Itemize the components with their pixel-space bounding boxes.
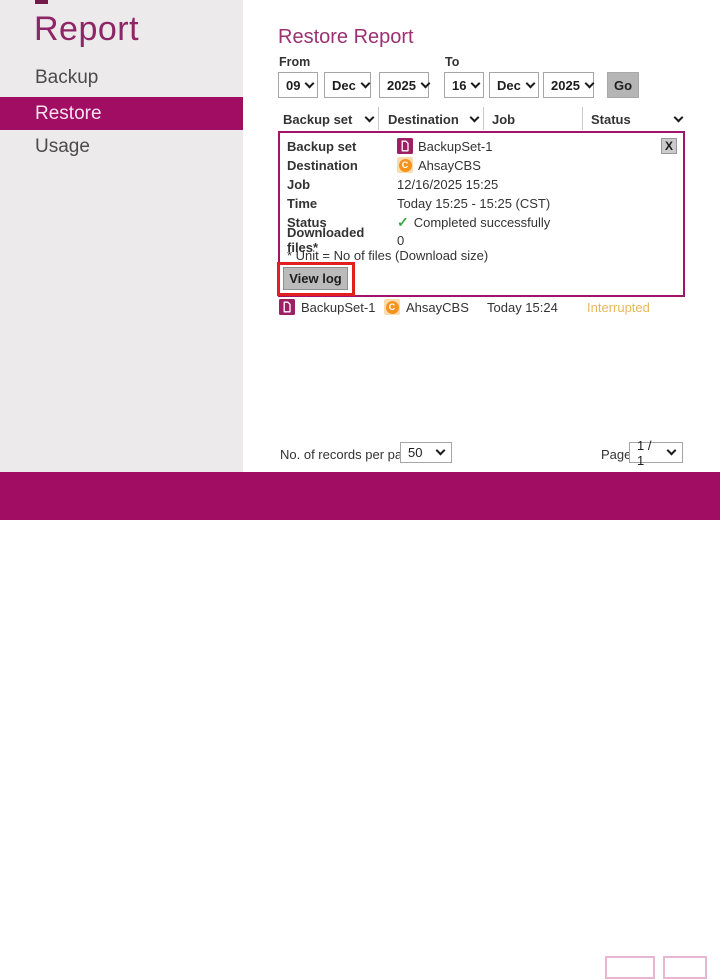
detail-row-destination: Destination C AhsayCBS [287, 156, 481, 174]
from-year-value: 2025 [387, 78, 416, 93]
help-button[interactable]: Help [663, 956, 707, 979]
chevron-down-icon [420, 78, 430, 88]
column-header-job: Job [492, 108, 572, 130]
column-filter-backup-set[interactable]: Backup set [283, 108, 373, 130]
column-label: Backup set [283, 112, 352, 127]
section-heading: Restore Report [278, 26, 414, 49]
column-filter-status[interactable]: Status [591, 108, 682, 130]
detail-value: 12/16/2025 15:25 [397, 177, 498, 192]
to-month-value: Dec [497, 78, 521, 93]
column-label: Destination [388, 112, 459, 127]
report-window: Report Backup Restore Usage Restore Repo… [0, 0, 720, 520]
from-month-select[interactable]: Dec [324, 72, 371, 98]
to-year-value: 2025 [551, 78, 580, 93]
page-title: Report [34, 10, 139, 49]
document-icon [279, 299, 295, 315]
chevron-down-icon [305, 78, 315, 88]
row-destination: AhsayCBS [406, 300, 469, 315]
detail-value: Today 15:25 - 15:25 (CST) [397, 196, 550, 211]
column-separator [378, 107, 379, 130]
column-label: Status [591, 112, 631, 127]
row-job-time: Today 15:24 [487, 300, 558, 315]
to-label: To [445, 55, 459, 69]
view-log-button[interactable]: View log [283, 267, 348, 290]
detail-label: Time [287, 196, 397, 211]
chevron-down-icon [584, 78, 594, 88]
chevron-down-icon [471, 78, 481, 88]
records-per-page-select[interactable]: 50 [400, 442, 452, 463]
column-filter-destination[interactable]: Destination [388, 108, 478, 130]
row-backup-set: BackupSet-1 [301, 300, 375, 315]
from-day-select[interactable]: 09 [278, 72, 318, 98]
chevron-down-icon [667, 446, 677, 456]
column-separator [483, 107, 484, 130]
detail-label: Backup set [287, 139, 397, 154]
to-year-select[interactable]: 2025 [543, 72, 594, 98]
from-year-select[interactable]: 2025 [379, 72, 429, 98]
to-day-value: 16 [452, 78, 466, 93]
page-select[interactable]: 1 / 1 [629, 442, 683, 463]
detail-row-backup-set: Backup set BackupSet-1 [287, 137, 492, 155]
column-label: Job [492, 112, 515, 127]
chevron-down-icon [436, 446, 446, 456]
ahsaycbs-c-icon: C [384, 299, 400, 315]
window-accent-tick [35, 0, 48, 4]
sidebar-item-usage[interactable]: Usage [0, 135, 243, 159]
detail-value: Completed successfully [414, 215, 551, 230]
page-label: Page [601, 447, 631, 462]
chevron-down-icon [470, 112, 480, 122]
chevron-down-icon [365, 112, 375, 122]
check-icon: ✓ [397, 215, 409, 229]
detail-row-time: Time Today 15:25 - 15:25 (CST) [287, 194, 550, 212]
to-day-select[interactable]: 16 [444, 72, 484, 98]
restore-job-row[interactable]: BackupSet-1 C AhsayCBS Today 15:24 Inter… [278, 298, 686, 320]
chevron-down-icon [674, 112, 684, 122]
detail-row-downloaded-files: Downloaded files* 0 [287, 231, 404, 249]
detail-label: Job [287, 177, 397, 192]
from-day-value: 09 [286, 78, 300, 93]
detail-label: Destination [287, 158, 397, 173]
chevron-down-icon [360, 78, 370, 88]
unit-footnote: * Unit = No of files (Download size) [287, 248, 488, 263]
chevron-down-icon [525, 78, 535, 88]
to-month-select[interactable]: Dec [489, 72, 539, 98]
from-month-value: Dec [332, 78, 356, 93]
go-button[interactable]: Go [607, 72, 639, 98]
sidebar-item-restore[interactable]: Restore [0, 97, 243, 130]
document-icon [397, 138, 413, 154]
footer-bar: Close Help [0, 472, 720, 520]
detail-value: 0 [397, 233, 404, 248]
detail-row-job: Job 12/16/2025 15:25 [287, 175, 498, 193]
sidebar: Report Backup Restore Usage [0, 0, 243, 472]
records-per-page-value: 50 [408, 445, 422, 460]
close-button[interactable]: Close [605, 956, 655, 979]
ahsaycbs-c-icon: C [397, 157, 413, 173]
detail-value: BackupSet-1 [418, 139, 492, 154]
from-label: From [279, 55, 310, 69]
page-value: 1 / 1 [637, 438, 662, 468]
records-per-page-label: No. of records per page [280, 447, 417, 462]
column-separator [582, 107, 583, 130]
row-status-badge: Interrupted [587, 300, 650, 315]
sidebar-item-backup[interactable]: Backup [0, 66, 243, 90]
detail-value: AhsayCBS [418, 158, 481, 173]
close-detail-button[interactable]: X [661, 138, 677, 154]
